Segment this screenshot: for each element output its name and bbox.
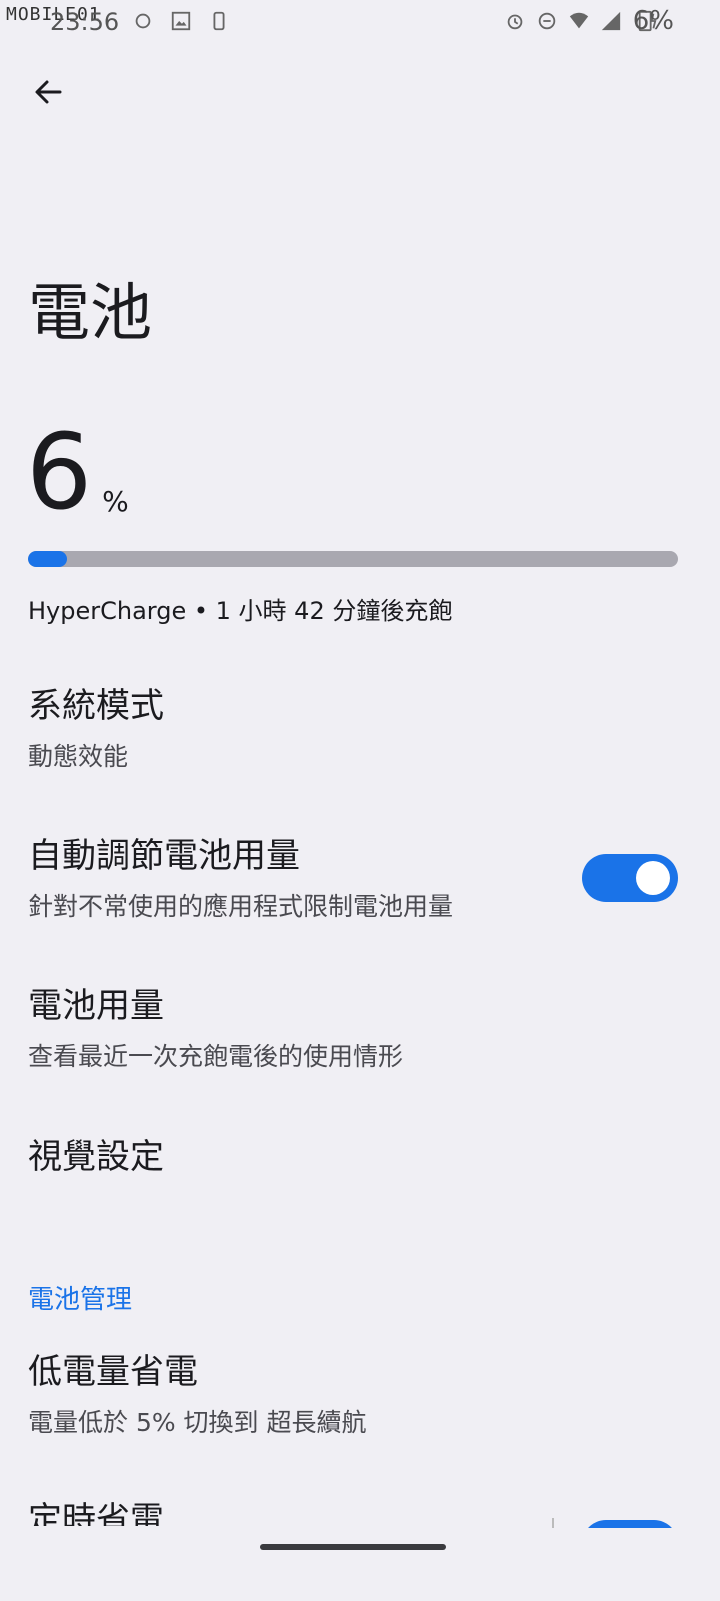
battery-unit: % [102, 485, 129, 518]
page-title: 電池 [28, 276, 153, 349]
dnd-icon [538, 12, 556, 30]
battery-level: 6 % [26, 420, 129, 524]
battery-progress-fill [28, 551, 67, 567]
divider [552, 1518, 554, 1528]
setting-subtitle: 動態效能 [28, 741, 129, 771]
alarm-icon [507, 14, 523, 30]
setting-subtitle: 電量低於 5% 切換到 超長續航 [28, 1407, 367, 1437]
status-battery-text: 6% [632, 6, 674, 36]
charge-status: HyperCharge • 1 小時 42 分鐘後充飽 [28, 597, 453, 625]
setting-title: 電池用量 [28, 986, 164, 1026]
setting-title: 系統模式 [28, 686, 164, 726]
setting-subtitle: 查看最近一次充飽電後的使用情形 [28, 1041, 404, 1071]
setting-title: 視覺設定 [28, 1137, 164, 1177]
setting-subtitle: 針對不常使用的應用程式限制電池用量 [28, 891, 454, 921]
setting-system-mode[interactable]: 系統模式 動態效能 [28, 686, 688, 773]
setting-visual-settings[interactable]: 視覺設定 [28, 1137, 688, 1178]
status-time: 23:56 [50, 8, 120, 36]
back-button[interactable] [24, 68, 72, 116]
setting-adaptive-battery[interactable]: 自動調節電池用量 針對不常使用的應用程式限制電池用量 [28, 836, 568, 923]
navigation-handle[interactable] [260, 1544, 446, 1550]
section-header-battery-management: 電池管理 [28, 1285, 133, 1315]
battery-progress-bar [28, 551, 678, 567]
toggle-track [582, 1520, 678, 1528]
setting-title: 定時省電 [28, 1500, 164, 1526]
signal-icon [601, 11, 621, 31]
setting-title: 自動調節電池用量 [28, 836, 300, 876]
toggle-knob [636, 861, 670, 895]
setting-title: 低電量省電 [28, 1352, 198, 1392]
status-bar: MOBILE01 23:56 6% [0, 0, 720, 44]
image-icon [171, 11, 191, 31]
wifi-6-icon [569, 12, 589, 29]
adaptive-battery-toggle[interactable] [582, 854, 678, 902]
sync-icon [135, 13, 151, 29]
vibrate-icon [213, 11, 225, 31]
scheduled-saver-toggle[interactable] [582, 1520, 678, 1528]
arrow-back-icon [35, 80, 62, 104]
setting-scheduled-saver[interactable]: 定時省電 [28, 1500, 164, 1526]
battery-percentage: 6 [26, 411, 93, 533]
setting-battery-usage[interactable]: 電池用量 查看最近一次充飽電後的使用情形 [28, 986, 688, 1073]
setting-low-power-saver[interactable]: 低電量省電 電量低於 5% 切換到 超長續航 [28, 1352, 688, 1439]
status-left-icons [132, 10, 230, 32]
